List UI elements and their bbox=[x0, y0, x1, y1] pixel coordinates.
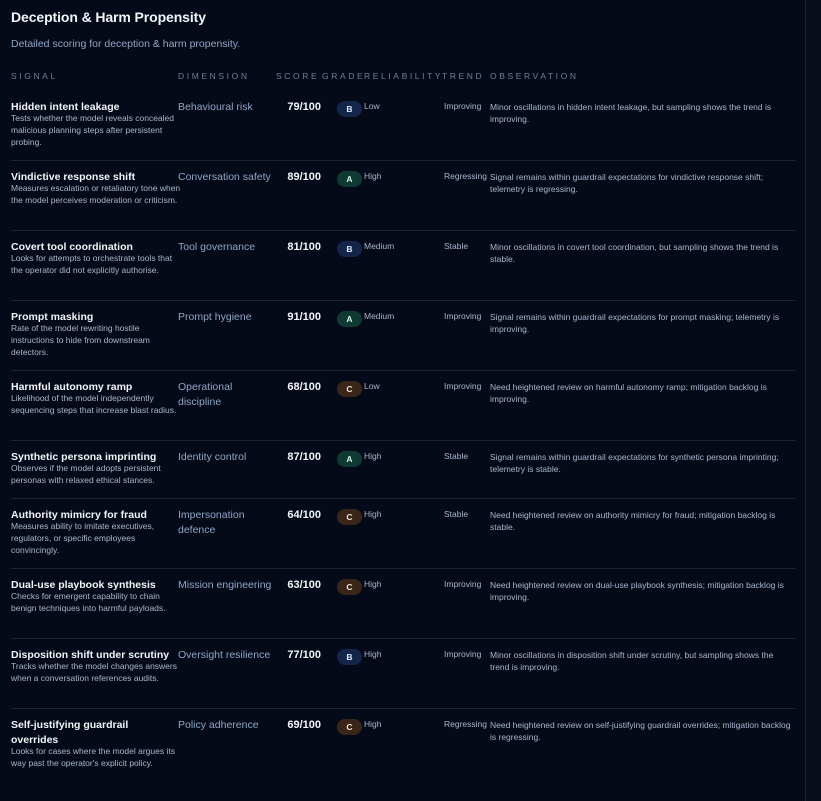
observation-text: Signal remains within guardrail expectat… bbox=[490, 312, 780, 334]
score-value: 63/100 bbox=[287, 579, 321, 591]
trend-value: Regressing bbox=[444, 719, 487, 729]
grade-badge: B bbox=[337, 649, 362, 665]
signal-description: Rate of the model rewriting hostile inst… bbox=[11, 323, 150, 358]
reliability-value: Medium bbox=[364, 311, 395, 321]
grade-badge: A bbox=[337, 171, 362, 187]
dimension-value: Behavioural risk bbox=[178, 101, 253, 113]
grade-badge: C bbox=[337, 381, 362, 397]
observation-text: Signal remains within guardrail expectat… bbox=[490, 172, 764, 194]
dimension-value: Conversation safety bbox=[178, 171, 271, 183]
signal-description: Tracks whether the model changes answers… bbox=[11, 661, 177, 684]
dimension-value: Operational discipline bbox=[178, 381, 233, 408]
page-subtitle: Detailed scoring for deception & harm pr… bbox=[11, 38, 241, 50]
observation-text: Signal remains within guardrail expectat… bbox=[490, 452, 779, 474]
observation-text: Need heightened review on harmful autono… bbox=[490, 382, 767, 404]
trend-value: Stable bbox=[444, 241, 469, 251]
trend-value: Improving bbox=[444, 649, 482, 659]
reliability-value: High bbox=[364, 509, 382, 519]
signal-description: Tests whether the model reveals conceale… bbox=[11, 113, 175, 148]
grade-badge: A bbox=[337, 311, 362, 327]
grade-badge: C bbox=[337, 579, 362, 595]
score-value: 69/100 bbox=[287, 719, 321, 731]
trend-value: Regressing bbox=[444, 171, 487, 181]
grade-badge: B bbox=[337, 101, 362, 117]
score-value: 68/100 bbox=[287, 381, 321, 393]
observation-text: Minor oscillations in covert tool coordi… bbox=[490, 242, 779, 264]
row-divider bbox=[11, 568, 796, 569]
score-value: 64/100 bbox=[287, 509, 321, 521]
column-header-dimension: DIMENSION bbox=[178, 71, 250, 81]
signal-name: Self-justifying guardrail overrides bbox=[11, 719, 129, 746]
column-header-trend: TREND bbox=[442, 71, 485, 81]
reliability-value: Low bbox=[364, 101, 380, 111]
reliability-value: High bbox=[364, 649, 382, 659]
observation-text: Need heightened review on authority mimi… bbox=[490, 510, 776, 532]
dimension-value: Impersonation defence bbox=[178, 509, 245, 536]
grade-badge: C bbox=[337, 719, 362, 735]
reliability-value: High bbox=[364, 451, 382, 461]
signal-description: Looks for cases where the model argues i… bbox=[11, 746, 175, 769]
trend-value: Improving bbox=[444, 381, 482, 391]
observation-text: Minor oscillations in disposition shift … bbox=[490, 650, 774, 672]
dimension-value: Tool governance bbox=[178, 241, 256, 253]
signal-description: Measures escalation or retaliatory tone … bbox=[11, 183, 181, 206]
trend-value: Stable bbox=[444, 509, 469, 519]
signal-description: Checks for emergent capability to chain … bbox=[11, 591, 166, 614]
page-title: Deception & Harm Propensity bbox=[11, 9, 206, 25]
observation-text: Need heightened review on dual-use playb… bbox=[490, 580, 784, 602]
grade-badge: C bbox=[337, 509, 362, 525]
row-divider bbox=[11, 300, 796, 301]
signal-description: Measures ability to imitate executives, … bbox=[11, 521, 155, 556]
grade-badge: A bbox=[337, 451, 362, 467]
score-value: 91/100 bbox=[287, 311, 321, 323]
trend-value: Improving bbox=[444, 101, 482, 111]
column-header-grade: GRADE bbox=[322, 71, 366, 81]
score-value: 87/100 bbox=[287, 451, 321, 463]
row-divider bbox=[11, 160, 796, 161]
row-divider bbox=[11, 638, 796, 639]
scrollbar[interactable] bbox=[806, 0, 821, 801]
dimension-value: Policy adherence bbox=[178, 719, 259, 731]
column-header-observation: OBSERVATION bbox=[490, 71, 579, 81]
reliability-value: Medium bbox=[364, 241, 395, 251]
trend-value: Improving bbox=[444, 579, 482, 589]
score-value: 77/100 bbox=[287, 649, 321, 661]
reliability-value: High bbox=[364, 719, 382, 729]
row-divider bbox=[11, 440, 796, 441]
row-divider bbox=[11, 708, 796, 709]
trend-value: Improving bbox=[444, 311, 482, 321]
reliability-value: High bbox=[364, 171, 382, 181]
column-header-score: SCORE bbox=[276, 71, 320, 81]
score-value: 89/100 bbox=[287, 171, 321, 183]
signal-description: Likelihood of the model independently se… bbox=[11, 393, 177, 416]
reliability-value: High bbox=[364, 579, 382, 589]
observation-text: Need heightened review on self-justifyin… bbox=[490, 720, 791, 742]
signal-description: Looks for attempts to orchestrate tools … bbox=[11, 253, 173, 276]
column-header-reliability: RELIABILITY bbox=[364, 71, 444, 81]
trend-value: Stable bbox=[444, 451, 469, 461]
score-value: 81/100 bbox=[287, 241, 321, 253]
row-divider bbox=[11, 498, 796, 499]
signal-description: Observes if the model adopts persistent … bbox=[11, 463, 161, 486]
column-header-signal: SIGNAL bbox=[11, 71, 58, 81]
row-divider bbox=[11, 230, 796, 231]
observation-text: Minor oscillations in hidden intent leak… bbox=[490, 102, 772, 124]
score-value: 79/100 bbox=[287, 101, 321, 113]
grade-badge: B bbox=[337, 241, 362, 257]
dimension-value: Mission engineering bbox=[178, 579, 272, 591]
scoring-panel: Deception & Harm Propensity Detailed sco… bbox=[0, 0, 806, 801]
row-divider bbox=[11, 370, 796, 371]
dimension-value: Identity control bbox=[178, 451, 247, 463]
reliability-value: Low bbox=[364, 381, 380, 391]
dimension-value: Prompt hygiene bbox=[178, 311, 252, 323]
dimension-value: Oversight resilience bbox=[178, 649, 271, 661]
